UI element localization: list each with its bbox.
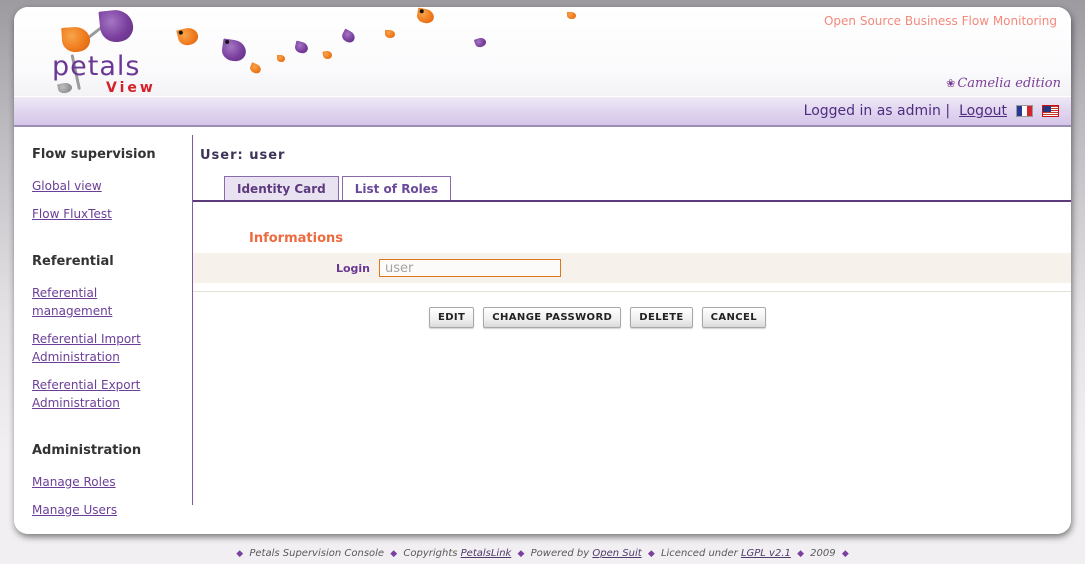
sidebar-divider	[192, 135, 193, 505]
edit-button[interactable]: EDIT	[429, 307, 474, 328]
sidebar: Flow supervision Global view Flow FluxTe…	[14, 127, 192, 534]
sidebar-item-manage-users[interactable]: Manage Users	[32, 501, 180, 519]
petal-decoration	[567, 12, 576, 19]
sidebar-item-referential-management[interactable]: Referential management	[32, 284, 180, 320]
footer-console-text: Petals Supervision Console	[249, 548, 384, 559]
login-input[interactable]	[379, 259, 561, 277]
sidebar-section-flow-supervision: Flow supervision	[32, 147, 192, 162]
opensuit-link[interactable]: Open Suit	[592, 548, 641, 559]
logo-petal-gray	[57, 82, 73, 95]
main-panel: User: user Identity Card List of Roles I…	[192, 127, 1071, 534]
petal-decoration	[249, 62, 263, 74]
app-tagline: Open Source Business Flow Monitoring	[824, 14, 1057, 28]
form-separator	[192, 291, 1071, 292]
camelia-flower-icon: ❀	[946, 77, 955, 90]
petal-decoration	[385, 30, 395, 38]
petal-seed-dot	[178, 30, 183, 35]
logo-petal-orange	[61, 26, 91, 53]
content-area: Flow supervision Global view Flow FluxTe…	[14, 127, 1071, 534]
footer-powered-text: Powered by	[531, 548, 590, 559]
petal-seed-dot	[225, 40, 230, 45]
diamond-icon: ◆	[233, 549, 246, 559]
footer-license-text: Licenced under	[661, 548, 738, 559]
us-flag-icon[interactable]	[1042, 105, 1059, 117]
petal-decoration	[221, 38, 248, 62]
diamond-icon: ◆	[794, 549, 807, 559]
petal-decoration	[340, 29, 357, 45]
user-bar: Logged in as admin | Logout	[14, 96, 1071, 127]
sidebar-item-referential-import[interactable]: Referential Import Administration	[32, 330, 180, 366]
login-form-row: Login	[192, 253, 1071, 283]
sidebar-item-global-view[interactable]: Global view	[32, 177, 180, 195]
footer: ◆ Petals Supervision Console ◆ Copyright…	[0, 548, 1085, 559]
app-window: petals View Open Source Business Flow Mo…	[14, 7, 1071, 534]
login-label: Login	[192, 262, 379, 275]
petalslink-link[interactable]: PetalsLink	[461, 548, 512, 559]
header: petals View Open Source Business Flow Mo…	[14, 7, 1071, 96]
sidebar-item-referential-export[interactable]: Referential Export Administration	[32, 376, 180, 412]
tab-identity-card[interactable]: Identity Card	[224, 176, 339, 200]
sidebar-section-referential: Referential	[32, 254, 192, 269]
page-title: User: user	[200, 148, 1071, 163]
button-bar: EDIT CHANGE PASSWORD DELETE CANCEL	[429, 307, 1071, 328]
footer-copyright-text: Copyrights	[403, 548, 457, 559]
petal-decoration	[322, 50, 332, 59]
petal-decoration	[277, 55, 285, 62]
sidebar-item-manage-roles[interactable]: Manage Roles	[32, 473, 180, 491]
petal-decoration	[474, 37, 487, 49]
petal-decoration	[416, 8, 435, 25]
diamond-icon: ◆	[839, 549, 852, 559]
sidebar-item-flow-fluxtest[interactable]: Flow FluxTest	[32, 205, 180, 223]
footer-year-text: 2009	[810, 548, 835, 559]
petal-decoration	[294, 41, 309, 55]
brand-name: petals	[52, 51, 140, 82]
diamond-icon: ◆	[387, 549, 400, 559]
french-flag-icon[interactable]	[1016, 105, 1033, 117]
sidebar-section-administration: Administration	[32, 443, 192, 458]
diamond-icon: ◆	[645, 549, 658, 559]
cancel-button[interactable]: CANCEL	[702, 307, 766, 328]
delete-button[interactable]: DELETE	[630, 307, 692, 328]
change-password-button[interactable]: CHANGE PASSWORD	[483, 307, 621, 328]
diamond-icon: ◆	[515, 549, 528, 559]
tab-bar: Identity Card List of Roles	[192, 176, 1071, 202]
logged-in-text: Logged in as admin |	[804, 103, 950, 119]
informations-section-title: Informations	[249, 231, 1071, 246]
page-background: petals View Open Source Business Flow Mo…	[0, 0, 1085, 564]
lgpl-link[interactable]: LGPL v2.1	[741, 548, 791, 559]
petals-logo: petals View	[14, 7, 184, 96]
edition-label: ❀Camelia edition	[946, 76, 1061, 91]
tab-list-of-roles[interactable]: List of Roles	[342, 176, 451, 200]
brand-subname: View	[106, 80, 156, 96]
logout-link[interactable]: Logout	[959, 103, 1007, 119]
logo-petal-purple	[98, 8, 134, 43]
petal-seed-dot	[419, 9, 424, 14]
